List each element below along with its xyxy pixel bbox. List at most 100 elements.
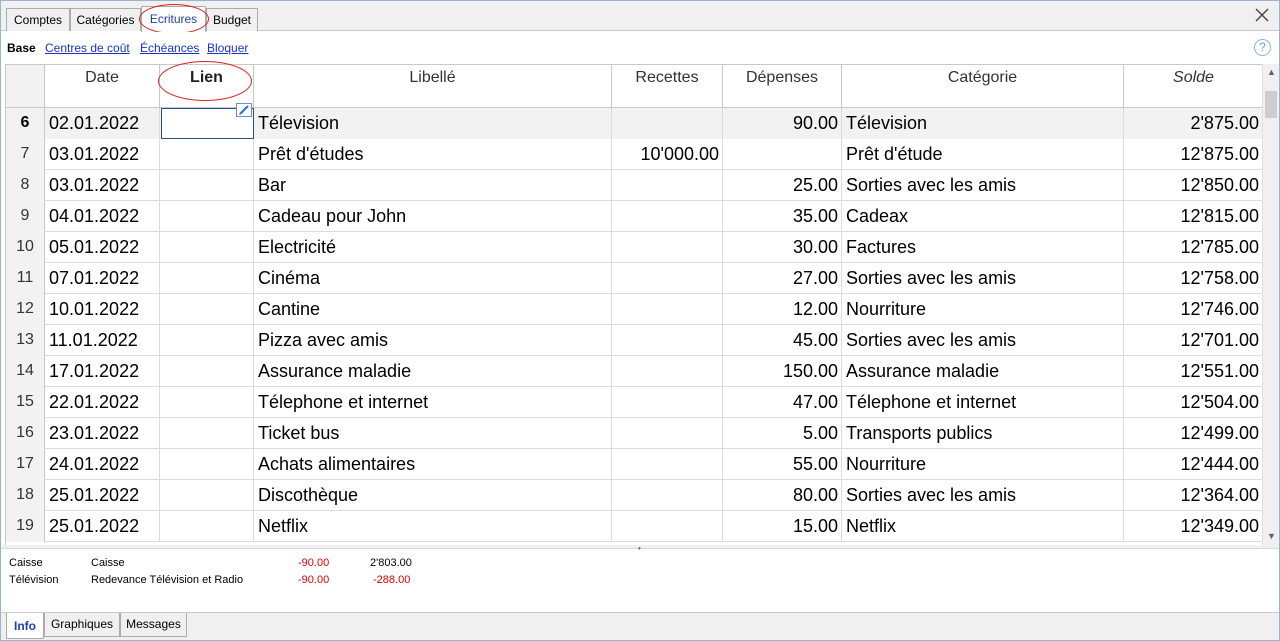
libelle-cell[interactable]: Cadeau pour John (254, 201, 612, 232)
lien-cell[interactable] (160, 294, 254, 325)
depenses-cell[interactable]: 45.00 (723, 325, 842, 356)
table-row[interactable]: 17 24.01.2022 Achats alimentaires 55.00 Nour… (6, 449, 1262, 480)
recettes-cell[interactable] (612, 108, 723, 139)
column-header-libelle[interactable]: Libellé (254, 65, 612, 108)
recettes-cell[interactable] (612, 449, 723, 480)
lien-cell[interactable] (160, 511, 254, 542)
solde-cell[interactable]: 12'364.00 (1124, 480, 1262, 511)
lien-cell[interactable] (160, 139, 254, 170)
row-number-cell[interactable]: 12 (6, 294, 45, 325)
date-cell[interactable]: 24.01.2022 (45, 449, 160, 480)
recettes-cell[interactable] (612, 170, 723, 201)
column-header-date[interactable]: Date (45, 65, 160, 108)
solde-cell[interactable]: 12'746.00 (1124, 294, 1262, 325)
row-number-cell[interactable]: 6 (6, 108, 45, 139)
row-number-cell[interactable]: 7 (6, 139, 45, 170)
table-row[interactable]: 9 04.01.2022 Cadeau pour John 35.00 Cadeax 12… (6, 201, 1262, 232)
date-cell[interactable]: 23.01.2022 (45, 418, 160, 449)
solde-cell[interactable]: 12'815.00 (1124, 201, 1262, 232)
solde-cell[interactable]: 12'349.00 (1124, 511, 1262, 542)
table-row[interactable]: 12 10.01.2022 Cantine 12.00 Nourriture 12'746… (6, 294, 1262, 325)
row-number-cell[interactable]: 9 (6, 201, 45, 232)
table-row[interactable]: 19 25.01.2022 Netflix 15.00 Netflix 12'349.00 (6, 511, 1262, 542)
categorie-cell[interactable]: Assurance maladie (842, 356, 1124, 387)
column-header-recettes[interactable]: Recettes (612, 65, 723, 108)
row-number-cell[interactable]: 16 (6, 418, 45, 449)
date-cell[interactable]: 22.01.2022 (45, 387, 160, 418)
categorie-cell[interactable]: Factures (842, 232, 1124, 263)
recettes-cell[interactable] (612, 201, 723, 232)
recettes-cell[interactable]: 10'000.00 (612, 139, 723, 170)
row-number-cell[interactable]: 11 (6, 263, 45, 294)
libelle-cell[interactable]: Discothèque (254, 480, 612, 511)
depenses-cell[interactable]: 80.00 (723, 480, 842, 511)
categorie-cell[interactable]: Transports publics (842, 418, 1124, 449)
tab-categories[interactable]: Catégories (70, 8, 141, 31)
lien-cell[interactable] (160, 480, 254, 511)
date-cell[interactable]: 10.01.2022 (45, 294, 160, 325)
libelle-cell[interactable]: Ticket bus (254, 418, 612, 449)
libelle-cell[interactable]: Prêt d'études (254, 139, 612, 170)
row-number-cell[interactable]: 10 (6, 232, 45, 263)
recettes-cell[interactable] (612, 387, 723, 418)
date-cell[interactable]: 02.01.2022 (45, 108, 160, 139)
date-cell[interactable]: 25.01.2022 (45, 480, 160, 511)
date-cell[interactable]: 11.01.2022 (45, 325, 160, 356)
tab-budget[interactable]: Budget (206, 8, 258, 31)
tab-info[interactable]: Info (6, 613, 44, 639)
categorie-cell[interactable]: Sorties avec les amis (842, 170, 1124, 201)
row-number-cell[interactable]: 18 (6, 480, 45, 511)
help-icon[interactable]: ? (1254, 39, 1271, 56)
solde-cell[interactable]: 12'551.00 (1124, 356, 1262, 387)
date-cell[interactable]: 25.01.2022 (45, 511, 160, 542)
row-number-cell[interactable]: 13 (6, 325, 45, 356)
categorie-cell[interactable]: Netflix (842, 511, 1124, 542)
recettes-cell[interactable] (612, 294, 723, 325)
row-number-header[interactable] (6, 65, 45, 108)
depenses-cell[interactable]: 27.00 (723, 263, 842, 294)
view-link-echeances[interactable]: Échéances (140, 41, 199, 55)
solde-cell[interactable]: 12'785.00 (1124, 232, 1262, 263)
table-row[interactable]: 6 02.01.2022 Télevision 90.00 Télevision 2'87… (6, 103, 1262, 139)
panel-splitter[interactable]: • (1, 544, 1279, 553)
tab-comptes[interactable]: Comptes (6, 8, 70, 31)
row-number-cell[interactable]: 15 (6, 387, 45, 418)
depenses-cell[interactable] (723, 139, 842, 170)
scroll-up-arrow-icon[interactable]: ▲ (1263, 64, 1280, 81)
lien-cell[interactable] (160, 449, 254, 480)
vertical-scrollbar[interactable]: ▲ ▼ (1262, 64, 1279, 545)
categorie-cell[interactable]: Prêt d'étude (842, 139, 1124, 170)
lien-cell[interactable] (160, 325, 254, 356)
row-number-cell[interactable]: 19 (6, 511, 45, 542)
recettes-cell[interactable] (612, 325, 723, 356)
recettes-cell[interactable] (612, 232, 723, 263)
depenses-cell[interactable]: 25.00 (723, 170, 842, 201)
libelle-cell[interactable]: Bar (254, 170, 612, 201)
column-header-lien[interactable]: Lien (160, 65, 254, 108)
depenses-cell[interactable]: 12.00 (723, 294, 842, 325)
date-cell[interactable]: 03.01.2022 (45, 139, 160, 170)
table-row[interactable]: 11 07.01.2022 Cinéma 27.00 Sorties avec les … (6, 263, 1262, 294)
depenses-cell[interactable]: 15.00 (723, 511, 842, 542)
lien-cell[interactable] (160, 232, 254, 263)
depenses-cell[interactable]: 30.00 (723, 232, 842, 263)
solde-cell[interactable]: 12'499.00 (1124, 418, 1262, 449)
lien-cell[interactable] (160, 387, 254, 418)
tab-messages[interactable]: Messages (120, 613, 187, 637)
depenses-cell[interactable]: 35.00 (723, 201, 842, 232)
libelle-cell[interactable]: Assurance maladie (254, 356, 612, 387)
lien-cell[interactable] (160, 201, 254, 232)
recettes-cell[interactable] (612, 511, 723, 542)
depenses-cell[interactable]: 5.00 (723, 418, 842, 449)
view-link-bloquer[interactable]: Bloquer (207, 41, 248, 55)
recettes-cell[interactable] (612, 480, 723, 511)
recettes-cell[interactable] (612, 418, 723, 449)
date-cell[interactable]: 05.01.2022 (45, 232, 160, 263)
depenses-cell[interactable]: 55.00 (723, 449, 842, 480)
solde-cell[interactable]: 12'504.00 (1124, 387, 1262, 418)
solde-cell[interactable]: 12'875.00 (1124, 139, 1262, 170)
table-row[interactable]: 7 03.01.2022 Prêt d'études 10'000.00 Prêt d'… (6, 139, 1262, 170)
close-icon[interactable] (1254, 7, 1270, 23)
row-number-cell[interactable]: 8 (6, 170, 45, 201)
libelle-cell[interactable]: Télevision (254, 108, 612, 139)
